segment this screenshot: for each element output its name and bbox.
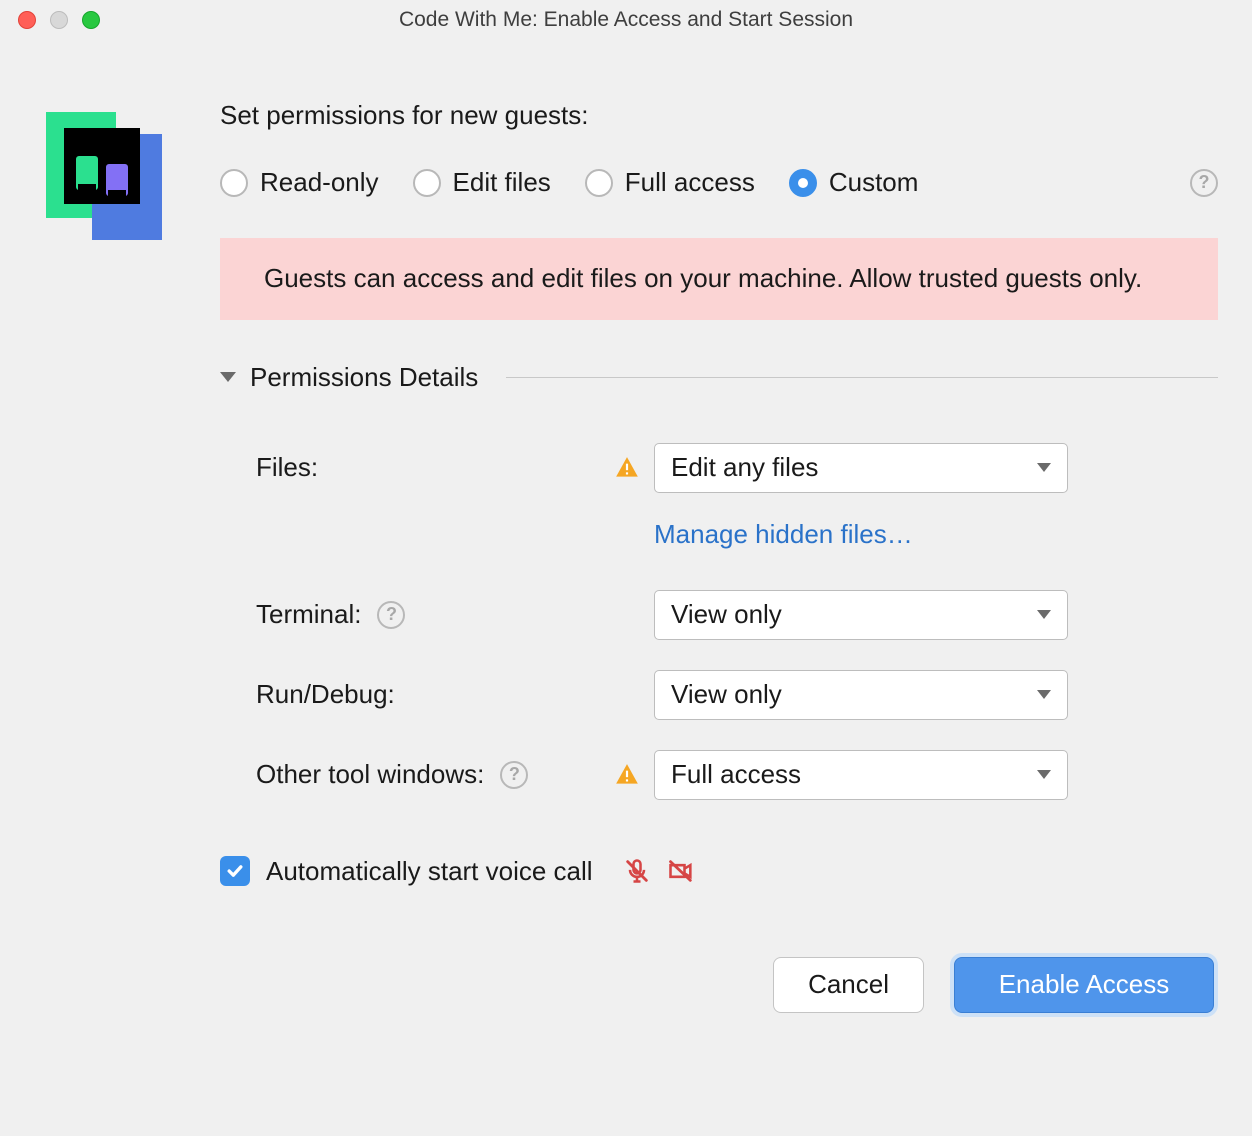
divider [506,377,1218,378]
radio-label: Full access [625,167,755,198]
chevron-down-icon [220,372,236,382]
microphone-off-icon[interactable] [623,857,651,885]
run-debug-permission-select[interactable]: View only [654,670,1068,720]
radio-icon [789,169,817,197]
minimize-window-button[interactable] [50,11,68,29]
permissions-heading: Set permissions for new guests: [220,100,1218,131]
select-value: View only [671,599,782,630]
radio-icon [220,169,248,197]
camera-off-icon[interactable] [667,857,695,885]
traffic-lights [18,11,100,29]
cancel-button[interactable]: Cancel [773,957,924,1013]
permission-label: Run/Debug: [256,679,395,710]
voice-call-label: Automatically start voice call [266,856,593,887]
code-with-me-logo-icon [40,112,168,240]
terminal-permission-select[interactable]: View only [654,590,1068,640]
radio-label: Edit files [453,167,551,198]
other-tools-permission-select[interactable]: Full access [654,750,1068,800]
radio-icon [585,169,613,197]
voice-call-row: Automatically start voice call [220,856,1218,887]
dialog-buttons: Cancel Enable Access [220,957,1218,1013]
radio-icon [413,169,441,197]
button-label: Enable Access [999,969,1170,1000]
permission-row-terminal: Terminal: ? View only [220,590,1218,640]
chevron-down-icon [1037,690,1051,699]
chevron-down-icon [1037,770,1051,779]
select-value: Edit any files [671,452,818,483]
permission-label: Files: [256,452,318,483]
radio-read-only[interactable]: Read-only [220,167,379,198]
window-title: Code With Me: Enable Access and Start Se… [0,8,1252,32]
permission-row-run-debug: Run/Debug: View only [220,670,1218,720]
help-icon[interactable]: ? [1190,169,1218,197]
radio-label: Custom [829,167,919,198]
radio-label: Read-only [260,167,379,198]
manage-hidden-files-link[interactable]: Manage hidden files… [654,519,913,549]
help-icon[interactable]: ? [500,761,528,789]
select-value: Full access [671,759,801,790]
permission-row-files: Files: Edit any files [220,443,1218,493]
permission-row-other-tools: Other tool windows: ? Full access [220,750,1218,800]
permissions-details-header[interactable]: Permissions Details [220,362,1218,393]
permission-preset-radios: Read-only Edit files Full access Custom … [220,167,1218,198]
radio-full-access[interactable]: Full access [585,167,755,198]
warning-icon [614,762,640,788]
select-value: View only [671,679,782,710]
permission-label: Terminal: [256,599,361,630]
help-icon[interactable]: ? [377,601,405,629]
button-label: Cancel [808,969,889,1000]
chevron-down-icon [1037,463,1051,472]
enable-access-button[interactable]: Enable Access [954,957,1214,1013]
maximize-window-button[interactable] [82,11,100,29]
radio-edit-files[interactable]: Edit files [413,167,551,198]
titlebar: Code With Me: Enable Access and Start Se… [0,0,1252,40]
permission-label: Other tool windows: [256,759,484,790]
radio-custom[interactable]: Custom [789,167,919,198]
warning-banner: Guests can access and edit files on your… [220,238,1218,320]
voice-call-checkbox[interactable] [220,856,250,886]
close-window-button[interactable] [18,11,36,29]
warning-icon [614,455,640,481]
files-permission-select[interactable]: Edit any files [654,443,1068,493]
chevron-down-icon [1037,610,1051,619]
section-title: Permissions Details [250,362,478,393]
